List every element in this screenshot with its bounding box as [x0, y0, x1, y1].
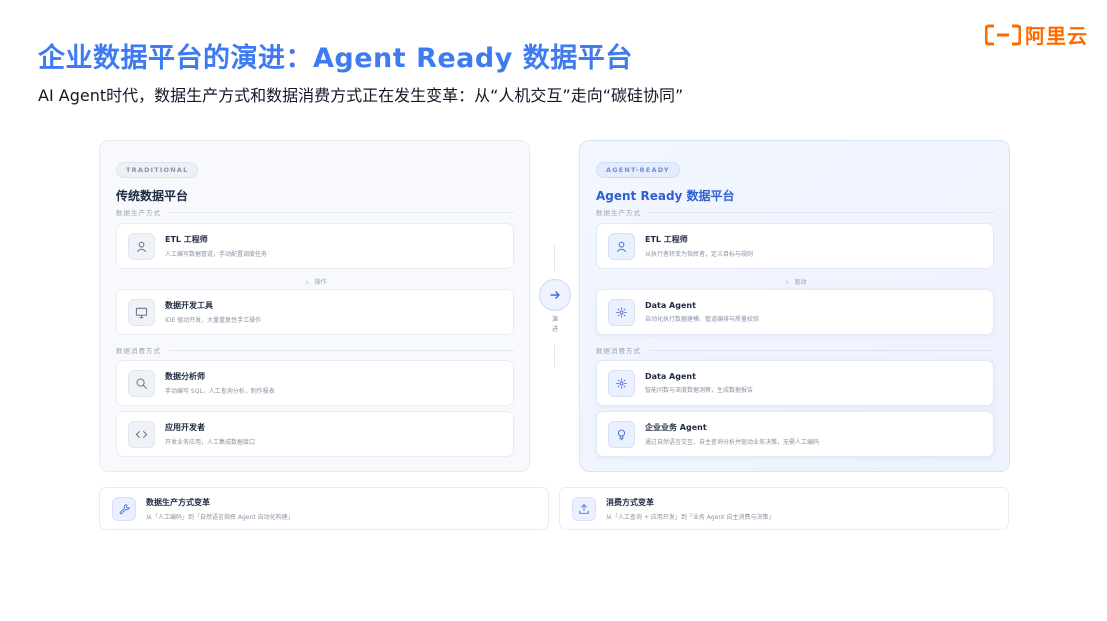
traditional-tag: TRADITIONAL	[116, 162, 199, 178]
agent-ready-platform-panel: AGENT-READY Agent Ready 数据平台 数据生产方式 ETL …	[579, 140, 1010, 472]
agent-ready-title: Agent Ready 数据平台	[596, 189, 735, 203]
evolution-label-1: 演	[551, 316, 558, 323]
card-desc: 自动化执行数据建模、管道编排与质量校验	[645, 316, 760, 323]
agent-ready-production-label-text: 数据生产方式	[596, 209, 641, 217]
evolution-connector: 演 进	[537, 245, 573, 370]
upload-icon	[572, 496, 596, 521]
arrow-right-icon[interactable]	[539, 279, 571, 311]
spark-icon	[608, 369, 635, 397]
monitor-icon	[128, 298, 155, 326]
traditional-consumption-label: 数据消费方式	[116, 345, 514, 355]
agent-ready-card-data-agent-production: Data Agent 自动化执行数据建模、管道编排与质量校验	[596, 289, 994, 335]
agent-ready-production-label: 数据生产方式	[596, 207, 994, 217]
traditional-connector-label: 操作	[314, 279, 327, 286]
card-title: 数据分析师	[165, 372, 205, 381]
code-icon	[128, 420, 155, 448]
agent-ready-connector-label: 驱动	[794, 279, 807, 286]
agent-ready-connector: ↓ 驱动	[580, 277, 1011, 286]
agent-ready-card-data-agent-consumption: Data Agent 智能问数与深度数据洞察，生成数据报告	[596, 360, 994, 406]
divider	[169, 211, 514, 213]
traditional-production-label: 数据生产方式	[116, 207, 514, 217]
logo-text: 阿里云	[1025, 24, 1088, 48]
wrench-icon	[112, 496, 136, 521]
alibaba-cloud-logo: 阿里云	[985, 20, 1088, 49]
agent-ready-consumption-label: 数据消费方式	[596, 345, 994, 355]
traditional-platform-panel: TRADITIONAL 传统数据平台 数据生产方式 ETL 工程师 人工编写数据…	[99, 140, 530, 472]
card-title: 数据生产方式变革	[146, 497, 210, 507]
traditional-card-app-dev: 应用开发者 开发业务应用，人工集成数据接口	[116, 411, 514, 457]
card-desc: 智能问数与深度数据洞察，生成数据报告	[645, 387, 754, 394]
card-desc: 从执行者转变为指挥者，定义目标与规则	[645, 251, 754, 258]
traditional-title: 传统数据平台	[116, 189, 189, 203]
traditional-card-analyst: 数据分析师 手动编写 SQL，人工查询分析，制作报表	[116, 360, 514, 406]
divider	[649, 211, 994, 213]
card-title: 应用开发者	[165, 423, 205, 432]
agent-ready-tag: AGENT-READY	[596, 162, 680, 178]
arrow-down-icon: ↓	[784, 279, 790, 286]
page-title: 企业数据平台的演进：Agent Ready 数据平台	[38, 43, 633, 74]
agent-ready-card-etl: ETL 工程师 从执行者转变为指挥者，定义目标与规则	[596, 223, 994, 269]
card-title: 消费方式变革	[606, 497, 654, 507]
card-title: 企业业务 Agent	[645, 423, 707, 432]
card-title: ETL 工程师	[165, 235, 208, 244]
card-title: Data Agent	[645, 372, 696, 381]
card-desc: 手动编写 SQL，人工查询分析，制作报表	[165, 388, 275, 395]
agent-ready-consumption-label-text: 数据消费方式	[596, 347, 641, 355]
production-change-card: 数据生产方式变革 从「人工编码」到「自然语言指挥 Agent 自动化构建」	[99, 487, 549, 530]
evolution-label-2: 进	[551, 326, 558, 333]
traditional-connector: ↓ 操作	[100, 277, 531, 286]
traditional-consumption-label-text: 数据消费方式	[116, 347, 161, 355]
traditional-card-etl: ETL 工程师 人工编写数据管道，手动配置调度任务	[116, 223, 514, 269]
card-title: ETL 工程师	[645, 235, 688, 244]
consumption-change-card: 消费方式变革 从「人工查询 + 应用开发」到「业务 Agent 自主消费与决策」	[559, 487, 1009, 530]
card-desc: 从「人工编码」到「自然语言指挥 Agent 自动化构建」	[146, 513, 294, 521]
search-icon	[128, 369, 155, 397]
traditional-production-label-text: 数据生产方式	[116, 209, 161, 217]
divider	[649, 349, 994, 351]
spark-icon	[608, 298, 635, 326]
traditional-card-dev-tools: 数据开发工具 IDE 驱动开发，大量重复性手工操作	[116, 289, 514, 335]
user-icon	[608, 232, 635, 260]
alibaba-cloud-logo-icon	[985, 24, 1021, 45]
card-title: 数据开发工具	[165, 301, 213, 310]
agent-ready-card-business-agent: 企业业务 Agent 通过自然语言交互，自主查询分析并驱动业务决策，无需人工编码	[596, 411, 994, 457]
divider	[554, 245, 555, 271]
card-desc: 人工编写数据管道，手动配置调度任务	[165, 251, 268, 258]
card-desc: 从「人工查询 + 应用开发」到「业务 Agent 自主消费与决策」	[606, 513, 775, 521]
user-icon	[128, 232, 155, 260]
divider	[169, 349, 514, 351]
arrow-down-icon: ↓	[304, 279, 310, 286]
evolution-label: 演 进	[537, 315, 573, 335]
card-desc: 开发业务应用，人工集成数据接口	[165, 439, 256, 446]
divider	[554, 345, 555, 367]
card-desc: IDE 驱动开发，大量重复性手工操作	[165, 317, 262, 324]
card-title: Data Agent	[645, 301, 696, 310]
page-subtitle: AI Agent时代，数据生产方式和数据消费方式正在发生变革：从“人机交互”走向…	[38, 86, 684, 105]
bulb-icon	[608, 420, 635, 448]
card-desc: 通过自然语言交互，自主查询分析并驱动业务决策，无需人工编码	[645, 439, 820, 446]
